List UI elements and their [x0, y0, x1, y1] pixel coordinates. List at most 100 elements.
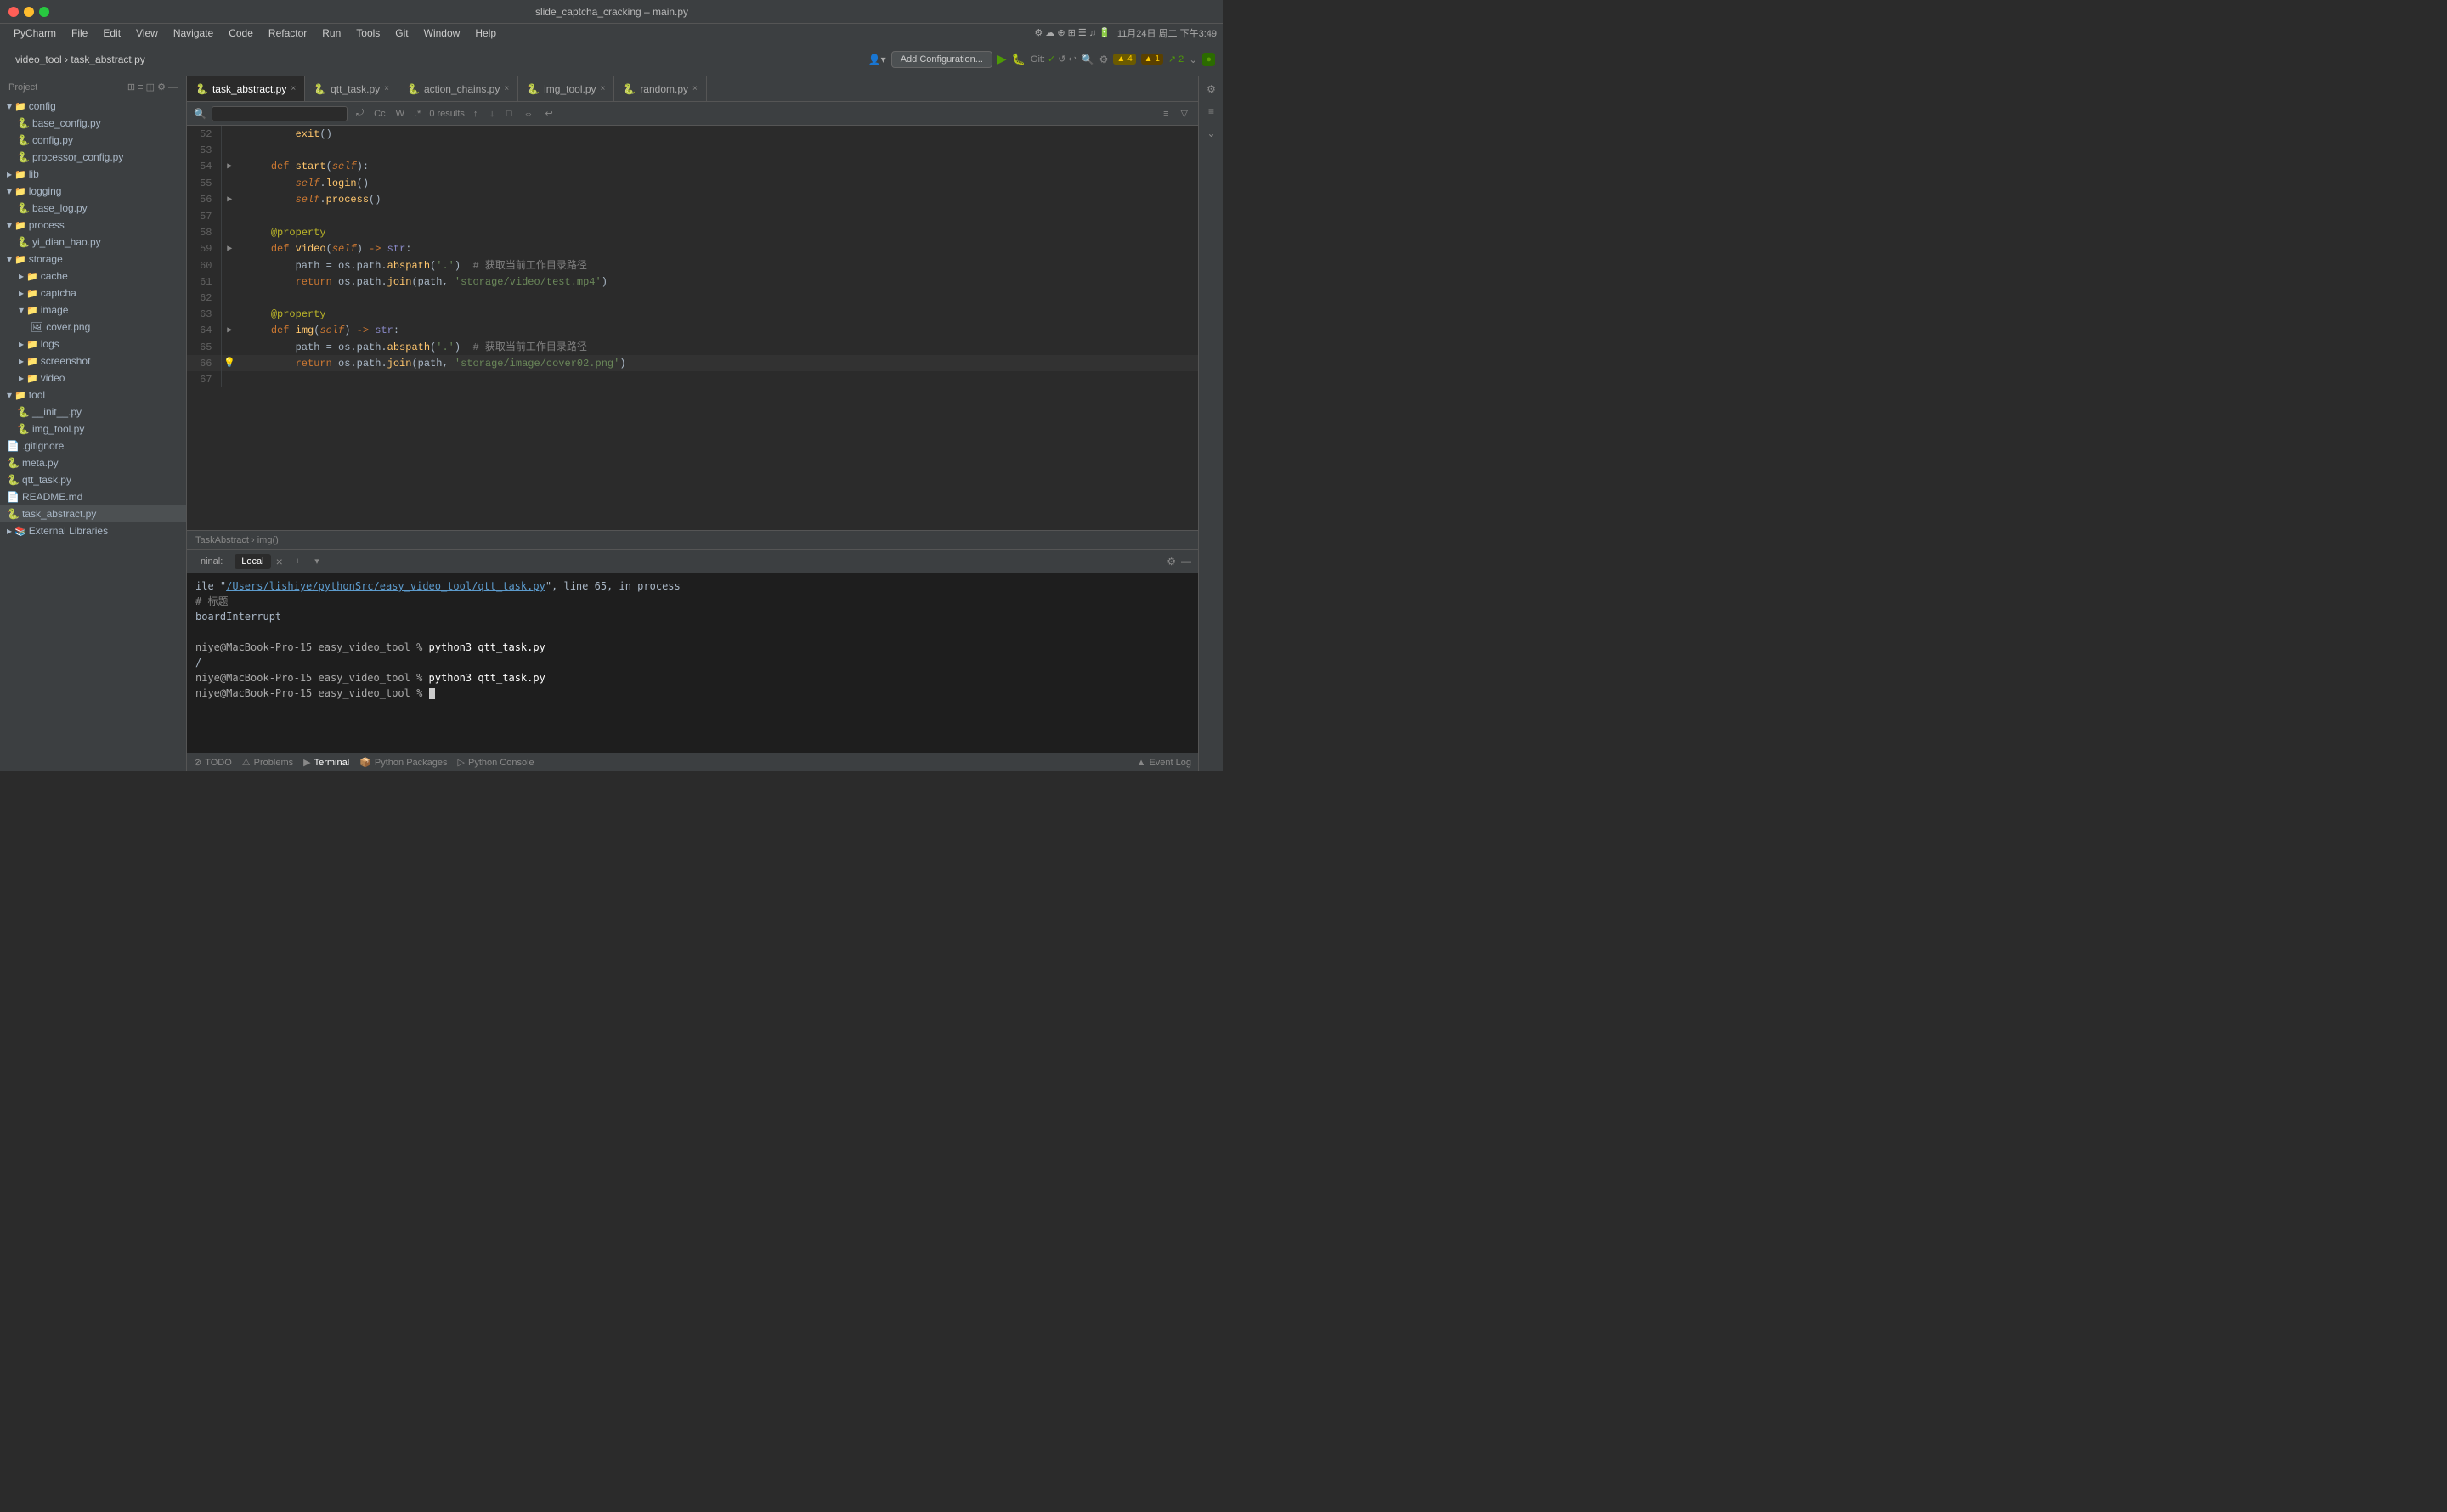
search-highlight-icon[interactable]: □	[503, 107, 516, 121]
close-tab-icon[interactable]: ×	[276, 555, 283, 568]
tree-item-processor-config[interactable]: 🐍 processor_config.py	[0, 149, 186, 166]
tree-item-video[interactable]: ▸ 📁 video	[0, 370, 186, 386]
tree-item-cover-png[interactable]: 🖼 cover.png	[0, 319, 186, 336]
tree-item-gitignore[interactable]: 📄 .gitignore	[0, 437, 186, 454]
terminal-content[interactable]: ile "/Users/lishiye/pythonSrc/easy_video…	[187, 573, 1198, 753]
tab-task-abstract[interactable]: 🐍 task_abstract.py ×	[187, 76, 305, 101]
replace-icon[interactable]: ⤾	[353, 106, 367, 121]
tree-item-storage[interactable]: ▾ 📁 storage	[0, 251, 186, 268]
close-button[interactable]	[8, 7, 19, 17]
menu-view[interactable]: View	[129, 25, 165, 41]
search-input[interactable]	[212, 106, 348, 121]
line-code-57[interactable]	[238, 208, 1198, 224]
search-wrap-icon[interactable]: ↩	[542, 106, 557, 121]
tree-item-qtt-task[interactable]: 🐍 qtt_task.py	[0, 471, 186, 488]
line-code-63[interactable]: @property	[238, 306, 1198, 322]
minimize-button[interactable]	[24, 7, 34, 17]
line-code-56[interactable]: self.process()	[238, 191, 1198, 208]
right-panel-icon-3[interactable]: ⌄	[1202, 124, 1221, 143]
tab-close-1[interactable]: ×	[384, 84, 389, 93]
line-code-52[interactable]: exit()	[238, 126, 1198, 142]
tree-item-readme[interactable]: 📄 README.md	[0, 488, 186, 505]
tab-img-tool[interactable]: 🐍 img_tool.py ×	[518, 76, 614, 101]
tree-item-cache[interactable]: ▸ 📁 cache	[0, 268, 186, 285]
maximize-button[interactable]	[39, 7, 49, 17]
search-settings-icon[interactable]: ≡	[1160, 107, 1172, 121]
tree-item-lib[interactable]: ▸ 📁 lib	[0, 166, 186, 183]
menu-code[interactable]: Code	[222, 25, 260, 41]
tab-close-3[interactable]: ×	[601, 84, 606, 93]
menu-git[interactable]: Git	[388, 25, 415, 41]
tree-item-screenshot[interactable]: ▸ 📁 screenshot	[0, 353, 186, 370]
line-code-64[interactable]: def img(self) -> str:	[238, 322, 1198, 339]
tab-random[interactable]: 🐍 random.py ×	[614, 76, 707, 101]
tree-item-logs[interactable]: ▸ 📁 logs	[0, 336, 186, 353]
tab-close-0[interactable]: ×	[291, 84, 296, 93]
search-filter-icon[interactable]: ▽	[1178, 106, 1191, 121]
tab-qtt-task[interactable]: 🐍 qtt_task.py ×	[305, 76, 398, 101]
git-undo-icon[interactable]: ↩	[1068, 54, 1076, 65]
debug-icon[interactable]: 🐛	[1012, 53, 1026, 66]
run-button[interactable]: ▶	[997, 52, 1007, 66]
terminal-tab-add[interactable]: +	[288, 554, 307, 569]
terminal-tab-dropdown[interactable]: ▾	[312, 553, 322, 569]
menu-tools[interactable]: Tools	[349, 25, 387, 41]
status-python-packages[interactable]: 📦 Python Packages	[359, 757, 447, 768]
search-prev-icon[interactable]: ↑	[470, 107, 482, 121]
errors-badge[interactable]: ▲ 1	[1141, 54, 1163, 65]
tree-item-img-tool[interactable]: 🐍 img_tool.py	[0, 420, 186, 437]
right-panel-icon-2[interactable]: ≡	[1202, 102, 1221, 121]
line-code-61[interactable]: return os.path.join(path, 'storage/video…	[238, 274, 1198, 290]
line-code-65[interactable]: path = os.path.abspath('.') # 获取当前工作目录路径	[238, 339, 1198, 355]
menu-help[interactable]: Help	[468, 25, 503, 41]
line-code-60[interactable]: path = os.path.abspath('.') # 获取当前工作目录路径	[238, 257, 1198, 274]
tree-item-base-log[interactable]: 🐍 base_log.py	[0, 200, 186, 217]
menu-window[interactable]: Window	[417, 25, 467, 41]
tree-item-external-libs[interactable]: ▸ 📚 External Libraries	[0, 522, 186, 539]
line-code-58[interactable]: @property	[238, 224, 1198, 240]
line-code-54[interactable]: def start(self):	[238, 158, 1198, 175]
line-code-55[interactable]: self.login()	[238, 175, 1198, 191]
line-code-53[interactable]	[238, 142, 1198, 158]
menu-pycharm[interactable]: PyCharm	[7, 25, 63, 41]
tree-item-base-config[interactable]: 🐍 base_config.py	[0, 115, 186, 132]
status-event-log[interactable]: ▲ Event Log	[1137, 758, 1191, 768]
line-code-67[interactable]	[238, 371, 1198, 387]
code-container[interactable]: 52 exit() 53 54 ▶ def	[187, 126, 1198, 530]
tree-item-init[interactable]: 🐍 __init__.py	[0, 403, 186, 420]
search-multiline-icon[interactable]: ⇔	[521, 107, 537, 121]
tree-item-config-py[interactable]: 🐍 config.py	[0, 132, 186, 149]
case-icon[interactable]: Cc	[370, 107, 388, 121]
settings-icon[interactable]: ⚙	[1099, 54, 1109, 65]
menu-navigate[interactable]: Navigate	[167, 25, 220, 41]
hints-badge[interactable]: ↗ 2	[1168, 54, 1184, 65]
line-code-66[interactable]: return os.path.join(path, 'storage/image…	[238, 355, 1198, 371]
ide-settings-icon[interactable]: ●	[1202, 53, 1215, 66]
scope-icon[interactable]: ⊞ ≡ ◫ ⚙ —	[127, 82, 178, 93]
bulb-icon[interactable]: 💡	[223, 358, 235, 369]
tree-item-meta[interactable]: 🐍 meta.py	[0, 454, 186, 471]
tree-item-tool[interactable]: ▾ 📁 tool	[0, 386, 186, 403]
user-icon[interactable]: 👤▾	[868, 54, 886, 65]
tree-item-image[interactable]: ▾ 📁 image	[0, 302, 186, 319]
tree-item-config[interactable]: ▾ 📁 config	[0, 98, 186, 115]
terminal-tab-local[interactable]: Local	[235, 554, 270, 569]
tree-item-logging[interactable]: ▾ 📁 logging	[0, 183, 186, 200]
status-todo[interactable]: ⊘ TODO	[194, 757, 232, 768]
git-sync-icon[interactable]: ↺	[1058, 54, 1065, 65]
menu-refactor[interactable]: Refactor	[262, 25, 314, 41]
tree-item-yi-dian[interactable]: 🐍 yi_dian_hao.py	[0, 234, 186, 251]
expand-icon[interactable]: ⌄	[1189, 54, 1197, 65]
menu-edit[interactable]: Edit	[96, 25, 127, 41]
status-terminal[interactable]: ▶ Terminal	[303, 757, 349, 768]
status-problems[interactable]: ⚠ Problems	[242, 757, 293, 768]
add-config-button[interactable]: Add Configuration...	[891, 51, 992, 68]
menu-run[interactable]: Run	[315, 25, 348, 41]
tab-close-4[interactable]: ×	[692, 84, 698, 93]
terminal-settings-icon[interactable]: ⚙	[1167, 556, 1176, 567]
menu-file[interactable]: File	[65, 25, 94, 41]
right-panel-icon-1[interactable]: ⚙	[1202, 80, 1221, 99]
tree-item-captcha[interactable]: ▸ 📁 captcha	[0, 285, 186, 302]
terminal-link-1[interactable]: /Users/lishiye/pythonSrc/easy_video_tool…	[226, 580, 545, 592]
search-global-icon[interactable]: 🔍	[1082, 54, 1094, 65]
